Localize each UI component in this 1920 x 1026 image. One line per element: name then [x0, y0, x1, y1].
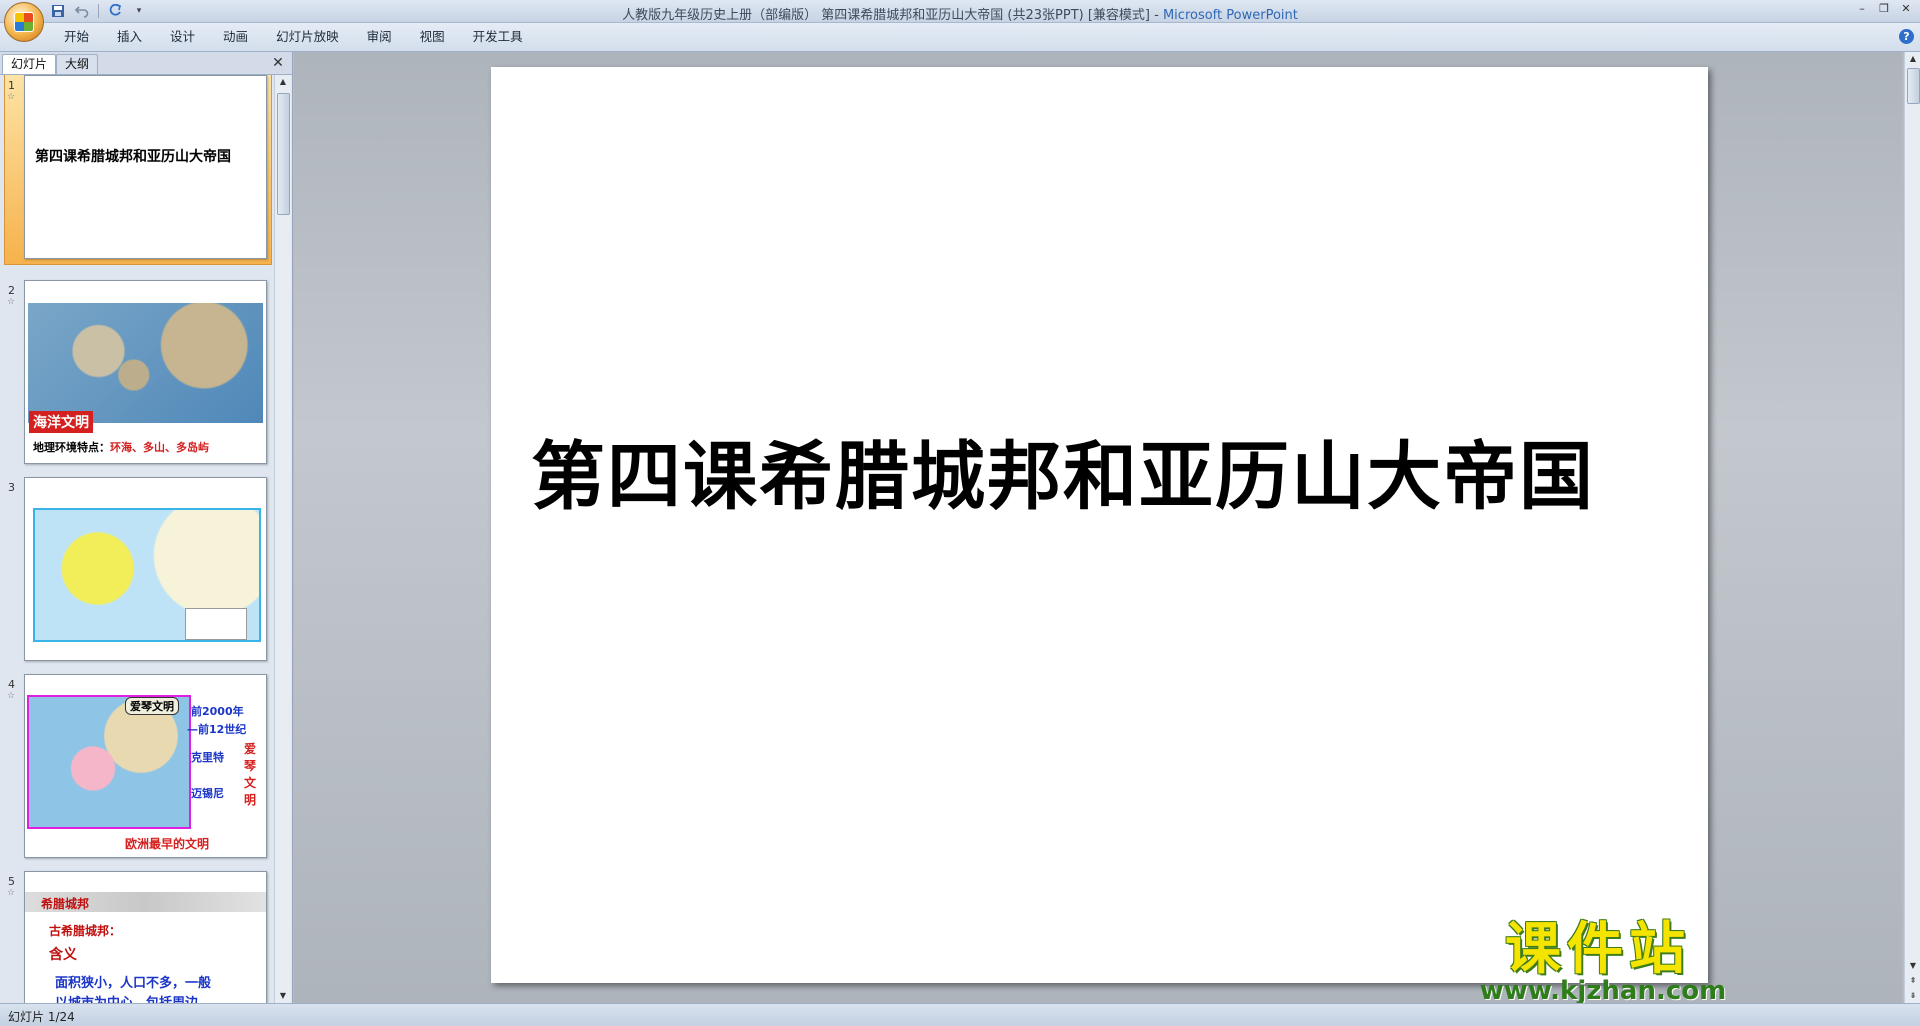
thumbnail-image: 海洋文明 地理环境特点：环海、多山、多岛屿	[24, 280, 267, 464]
slide-thumbnail-2[interactable]: 2 ☆ 海洋文明 地理环境特点：环海、多山、多岛屿	[0, 280, 272, 470]
previous-slide-icon[interactable]: ⇞	[1905, 974, 1920, 988]
close-icon[interactable]: ✕	[1898, 2, 1914, 16]
tab-slides[interactable]: 幻灯片	[2, 54, 57, 74]
slide-number: 4	[8, 678, 15, 691]
thumbnail-line: 含义	[49, 947, 77, 963]
scroll-up-icon[interactable]: ▲	[1905, 52, 1920, 66]
status-bar: 幻灯片 1/24	[0, 1003, 1920, 1026]
slide-count-status: 幻灯片 1/24	[8, 1010, 75, 1024]
next-slide-icon[interactable]: ⇟	[1905, 989, 1920, 1003]
animation-star-icon: ☆	[7, 888, 16, 898]
tab-view[interactable]: 视图	[406, 29, 459, 45]
restore-icon[interactable]: ❐	[1876, 2, 1892, 16]
thumbnail-image: 爱琴文明 前2000年 —前12世纪 克里特 迈锡尼 爱琴文明 欧洲最早的文明	[24, 674, 267, 858]
thumbnail-title: 第四课希腊城邦和亚历山大帝国	[35, 149, 231, 165]
thumbnail-line: 以城市为中心，包括周边	[55, 992, 198, 1003]
animation-star-icon: ☆	[7, 297, 16, 307]
vertical-text: 爱琴文明	[243, 742, 256, 807]
thumbnail-caption: 地理环境特点：环海、多山、多岛屿	[33, 439, 209, 455]
thumbnail-line: 古希腊城邦：	[49, 924, 122, 938]
thumbnail-label: 海洋文明	[29, 411, 93, 433]
slides-pane: 幻灯片 大纲 ✕ 1 ☆ 第四课希腊城邦和亚历山大帝国 2 ☆ 海洋文明 地理环…	[0, 52, 293, 1003]
slide-thumbnail-3[interactable]: 3	[0, 477, 272, 667]
tab-insert[interactable]: 插入	[103, 29, 156, 45]
animation-star-icon: ☆	[7, 691, 16, 701]
office-button[interactable]	[4, 2, 44, 42]
tab-design[interactable]: 设计	[156, 29, 209, 45]
slide-scrollbar[interactable]: ▲ ▼ ⇞ ⇟	[1904, 52, 1920, 1003]
caption-prefix: 地理环境特点：	[33, 441, 110, 454]
thumbnail-image: 希腊城邦 古希腊城邦： 含义 面积狭小，人口不多，一般 以城市为中心，包括周边	[24, 871, 267, 1003]
slide-thumbnail-5[interactable]: 5 ☆ 希腊城邦 古希腊城邦： 含义 面积狭小，人口不多，一般 以城市为中心，包…	[0, 871, 272, 1003]
window-controls: – ❐ ✕	[1854, 2, 1914, 16]
title-bar: ▾ 人教版九年级历史上册（部编版） 第四课希腊城邦和亚历山大帝国 (共23张PP…	[0, 0, 1920, 23]
scrollbar-thumb[interactable]	[1907, 68, 1920, 104]
slide-title[interactable]: 第四课希腊城邦和亚历山大帝国	[531, 417, 1595, 524]
slide-thumbnail-list: 1 ☆ 第四课希腊城邦和亚历山大帝国 2 ☆ 海洋文明 地理环境特点：环海、多山…	[0, 75, 272, 1003]
side-text: 迈锡尼	[191, 787, 224, 800]
side-text: 前2000年	[191, 705, 244, 718]
watermark-logo: 课件站 www.kjzhan.com	[1468, 917, 1728, 1006]
window-title-app: Microsoft PowerPoint	[1162, 8, 1298, 23]
ribbon-tabs: 开始 插入 设计 动画 幻灯片放映 审阅 视图 开发工具	[50, 29, 537, 45]
watermark-url: www.kjzhan.com	[1479, 976, 1727, 1006]
ribbon: 开始 插入 设计 动画 幻灯片放映 审阅 视图 开发工具 ?	[0, 23, 1920, 52]
tab-developer[interactable]: 开发工具	[459, 29, 537, 45]
scrollbar-thumb[interactable]	[277, 93, 290, 215]
pane-tabs: 幻灯片 大纲 ✕	[0, 52, 292, 75]
tab-home[interactable]: 开始	[50, 29, 103, 45]
side-text: 克里特	[191, 751, 224, 764]
minimize-icon[interactable]: –	[1854, 2, 1870, 16]
scroll-up-icon[interactable]: ▲	[275, 75, 291, 89]
watermark-main-text: 课件站	[1505, 917, 1691, 982]
aegean-map-image	[28, 303, 263, 423]
side-text: —前12世纪	[187, 723, 247, 736]
help-icon[interactable]: ?	[1899, 29, 1914, 44]
scroll-down-icon[interactable]: ▼	[275, 989, 291, 1003]
window-title: 人教版九年级历史上册（部编版） 第四课希腊城邦和亚历山大帝国 (共23张PPT)…	[0, 4, 1920, 23]
thumbnail-image: 第四课希腊城邦和亚历山大帝国	[24, 75, 267, 259]
map-title: 爱琴文明	[125, 697, 179, 715]
slide-number: 3	[8, 481, 15, 494]
slides-pane-scrollbar[interactable]: ▲ ▼	[274, 75, 291, 1003]
banner-text: 希腊城邦	[41, 897, 90, 911]
map-legend	[185, 608, 247, 640]
animation-star-icon: ☆	[7, 92, 16, 102]
tab-animations[interactable]: 动画	[209, 29, 262, 45]
tab-review[interactable]: 审阅	[353, 29, 406, 45]
tab-slide-show[interactable]: 幻灯片放映	[262, 29, 353, 45]
window-title-document: 人教版九年级历史上册（部编版） 第四课希腊城邦和亚历山大帝国 (共23张PPT)…	[622, 8, 1163, 23]
tab-outline[interactable]: 大纲	[56, 54, 99, 74]
office-logo-icon	[14, 12, 34, 32]
slide-number: 5	[8, 875, 15, 888]
thumbnail-banner: 希腊城邦	[25, 892, 266, 912]
slide-editing-area: 第四课希腊城邦和亚历山大帝国 课件站 www.kjzhan.com	[294, 52, 1902, 1006]
current-slide[interactable]: 第四课希腊城邦和亚历山大帝国	[491, 67, 1708, 983]
thumbnail-image	[24, 477, 267, 661]
bottom-caption: 欧洲最早的文明	[125, 837, 210, 851]
scroll-down-icon[interactable]: ▼	[1905, 959, 1920, 973]
slide-thumbnail-4[interactable]: 4 ☆ 爱琴文明 前2000年 —前12世纪 克里特 迈锡尼 爱琴文明 欧洲最早…	[0, 674, 272, 864]
close-pane-icon[interactable]: ✕	[270, 55, 286, 71]
slide-thumbnail-1[interactable]: 1 ☆ 第四课希腊城邦和亚历山大帝国	[0, 75, 272, 271]
slide-number: 2	[8, 284, 15, 297]
aegean-civilization-map	[27, 695, 191, 829]
slide-number: 1	[8, 79, 15, 92]
thumbnail-line: 面积狭小，人口不多，一般	[55, 976, 212, 991]
caption-value: 环海、多山、多岛屿	[110, 441, 209, 454]
